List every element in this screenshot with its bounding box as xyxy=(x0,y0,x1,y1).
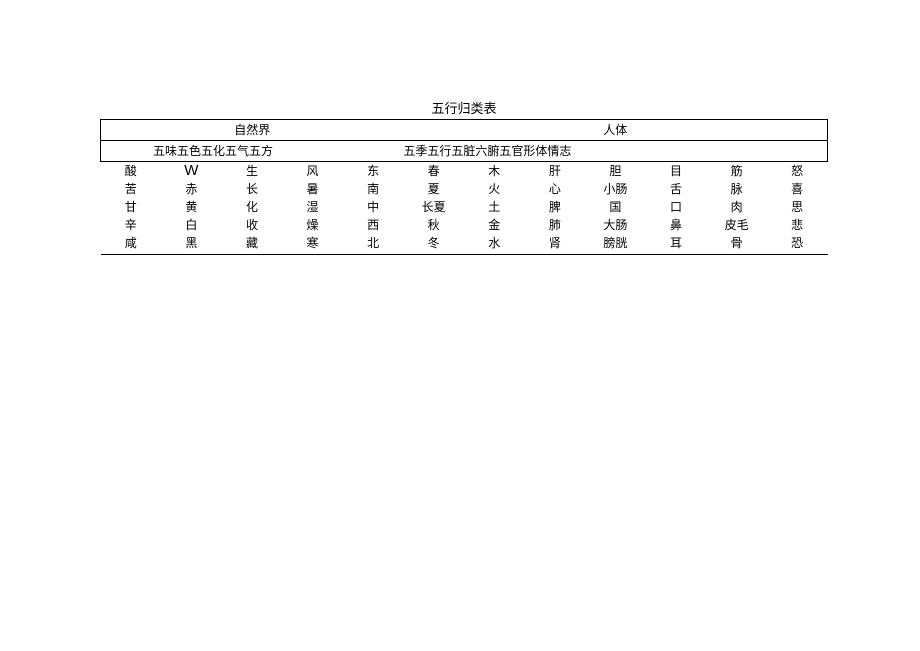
cell: 长 xyxy=(222,180,283,198)
cell: 目 xyxy=(646,162,707,181)
group-header-body: 人体 xyxy=(403,120,827,141)
table-container: 五行归类表 自然界 人体 五味五色五化五气五方 五季五行五脏六腑五官形体情志 酸… xyxy=(100,98,828,255)
cell: 黑 xyxy=(161,234,222,255)
cell: 鼻 xyxy=(646,216,707,234)
cell: 土 xyxy=(464,198,525,216)
cell: 赤 xyxy=(161,180,222,198)
cell: 酸 xyxy=(101,162,162,181)
cell: 肝 xyxy=(525,162,586,181)
cell: 夏 xyxy=(403,180,464,198)
cell: 国 xyxy=(585,198,646,216)
cell: 寒 xyxy=(282,234,343,255)
cell: 湿 xyxy=(282,198,343,216)
cell: 膀胱 xyxy=(585,234,646,255)
cell: 悲 xyxy=(767,216,828,234)
cell: 木 xyxy=(464,162,525,181)
cell: 辛 xyxy=(101,216,162,234)
cell: 骨 xyxy=(706,234,767,255)
cell: 金 xyxy=(464,216,525,234)
table-title: 五行归类表 xyxy=(100,98,828,117)
cell: 小肠 xyxy=(585,180,646,198)
cell: 暑 xyxy=(282,180,343,198)
cell: 火 xyxy=(464,180,525,198)
cell: 脾 xyxy=(525,198,586,216)
cell: 舌 xyxy=(646,180,707,198)
data-row: 酸 W 生 风 东 春 木 肝 胆 目 筋 怒 xyxy=(101,162,828,181)
cell: 秋 xyxy=(403,216,464,234)
cell: 冬 xyxy=(403,234,464,255)
cell: 筋 xyxy=(706,162,767,181)
group-header-nature: 自然界 xyxy=(101,120,404,141)
data-row: 甘 黄 化 湿 中 长夏 土 脾 国 口 肉 思 xyxy=(101,198,828,216)
cell: 东 xyxy=(343,162,404,181)
cell: 肺 xyxy=(525,216,586,234)
cell-text: W xyxy=(184,162,198,179)
wuxing-table: 自然界 人体 五味五色五化五气五方 五季五行五脏六腑五官形体情志 酸 W 生 风… xyxy=(100,119,828,255)
cell: 化 xyxy=(222,198,283,216)
cell: 恐 xyxy=(767,234,828,255)
cell: 藏 xyxy=(222,234,283,255)
sub-header-row: 五味五色五化五气五方 五季五行五脏六腑五官形体情志 xyxy=(101,141,828,162)
cell: 白 xyxy=(161,216,222,234)
cell: 水 xyxy=(464,234,525,255)
cell: 脉 xyxy=(706,180,767,198)
cell: 风 xyxy=(282,162,343,181)
cell: 怒 xyxy=(767,162,828,181)
cell: 苦 xyxy=(101,180,162,198)
cell: 肉 xyxy=(706,198,767,216)
cell: 思 xyxy=(767,198,828,216)
data-row: 辛 白 收 燥 西 秋 金 肺 大肠 鼻 皮毛 悲 xyxy=(101,216,828,234)
cell: 中 xyxy=(343,198,404,216)
cell: 生 xyxy=(222,162,283,181)
cell: 黄 xyxy=(161,198,222,216)
sub-header-body: 五季五行五脏六腑五官形体情志 xyxy=(403,141,827,162)
cell: 口 xyxy=(646,198,707,216)
cell: 北 xyxy=(343,234,404,255)
cell: 喜 xyxy=(767,180,828,198)
cell: 皮毛 xyxy=(706,216,767,234)
cell: 心 xyxy=(525,180,586,198)
data-row: 咸 黑 藏 寒 北 冬 水 肾 膀胱 耳 骨 恐 xyxy=(101,234,828,255)
sub-header-nature: 五味五色五化五气五方 xyxy=(101,141,404,162)
cell: 肾 xyxy=(525,234,586,255)
cell: W xyxy=(161,162,222,181)
cell: 胆 xyxy=(585,162,646,181)
cell: 春 xyxy=(403,162,464,181)
group-header-row: 自然界 人体 xyxy=(101,120,828,141)
cell: 西 xyxy=(343,216,404,234)
cell: 长夏 xyxy=(403,198,464,216)
cell: 南 xyxy=(343,180,404,198)
cell: 收 xyxy=(222,216,283,234)
data-row: 苦 赤 长 暑 南 夏 火 心 小肠 舌 脉 喜 xyxy=(101,180,828,198)
cell: 燥 xyxy=(282,216,343,234)
cell: 咸 xyxy=(101,234,162,255)
cell: 耳 xyxy=(646,234,707,255)
cell: 大肠 xyxy=(585,216,646,234)
cell: 甘 xyxy=(101,198,162,216)
